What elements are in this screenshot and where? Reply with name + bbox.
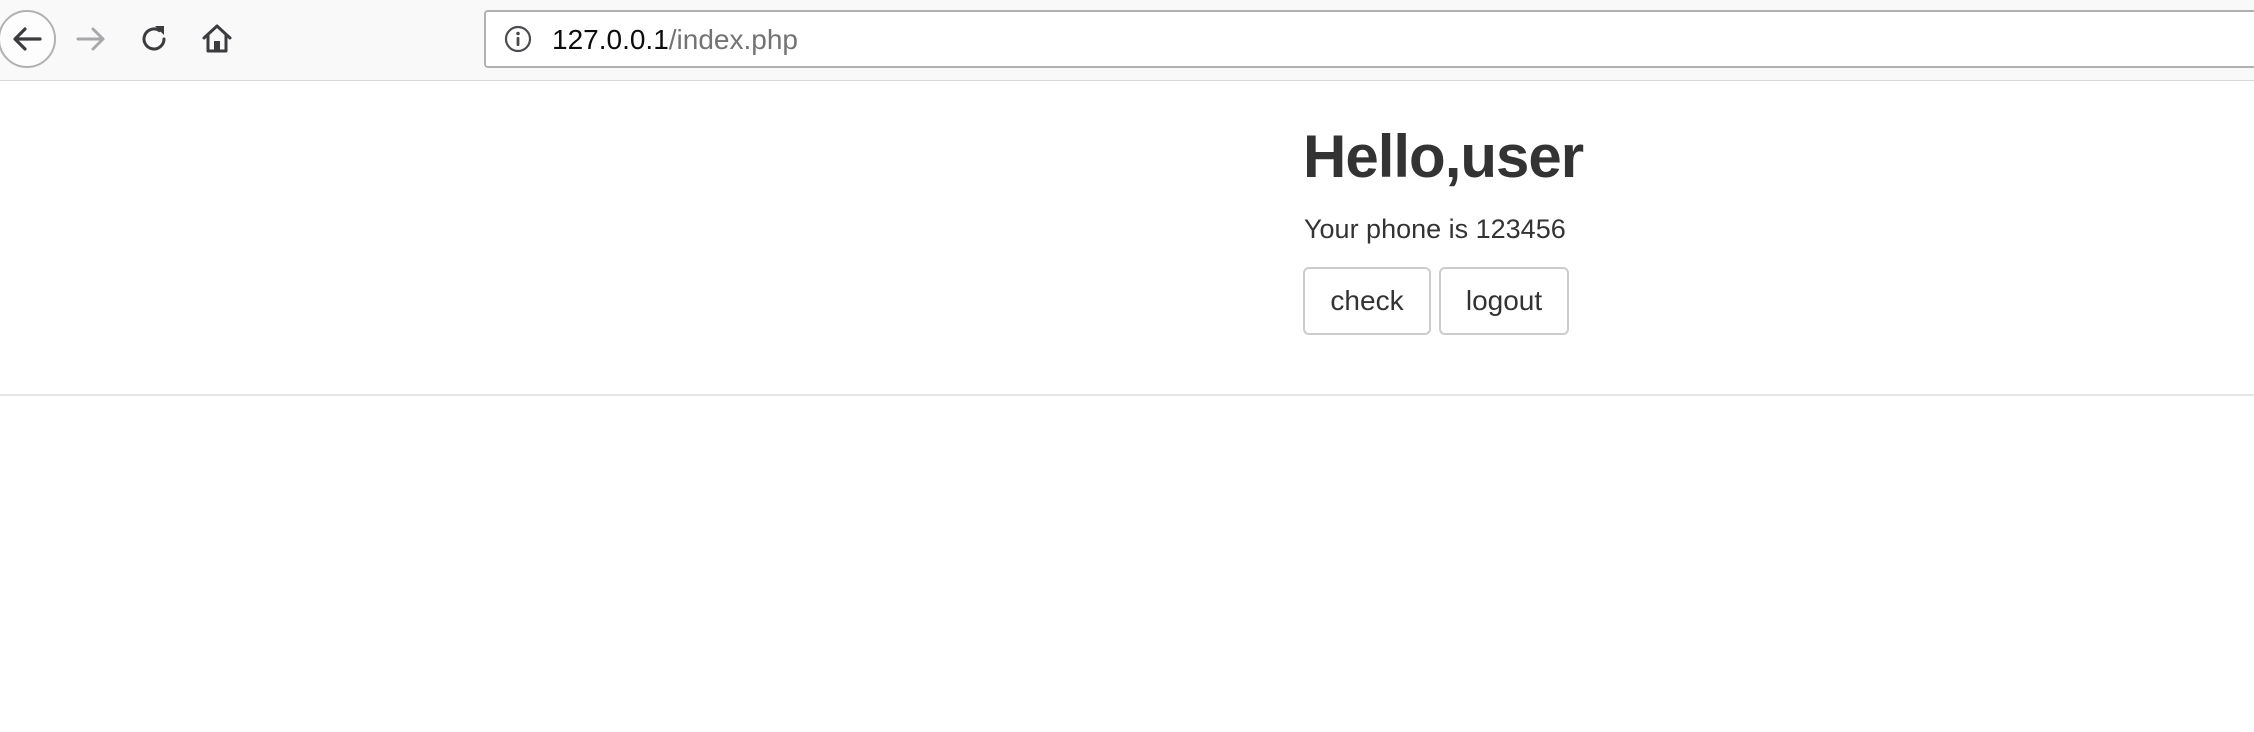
forward-arrow-icon [76, 27, 105, 51]
back-button[interactable] [0, 10, 56, 68]
back-arrow-icon [13, 27, 42, 51]
url-host: 127.0.0.1 [552, 24, 669, 55]
url-text[interactable]: 127.0.0.1/index.php [552, 24, 798, 56]
logout-button[interactable]: logout [1439, 267, 1569, 335]
forward-button[interactable] [62, 10, 120, 68]
page-content: Hello,user Your phone is 123456 check lo… [0, 81, 2254, 396]
greeting-heading: Hello,user [1303, 123, 1584, 190]
reload-icon [142, 26, 166, 51]
home-icon [202, 24, 232, 53]
browser-toolbar: 127.0.0.1/index.php [0, 0, 2254, 81]
home-button[interactable] [188, 10, 246, 68]
check-button[interactable]: check [1303, 267, 1431, 335]
info-icon[interactable] [504, 25, 532, 53]
phone-text: Your phone is 123456 [1304, 214, 1566, 244]
reload-button[interactable] [125, 10, 183, 68]
url-path: /index.php [668, 24, 798, 55]
url-bar[interactable]: 127.0.0.1/index.php [484, 10, 2254, 68]
